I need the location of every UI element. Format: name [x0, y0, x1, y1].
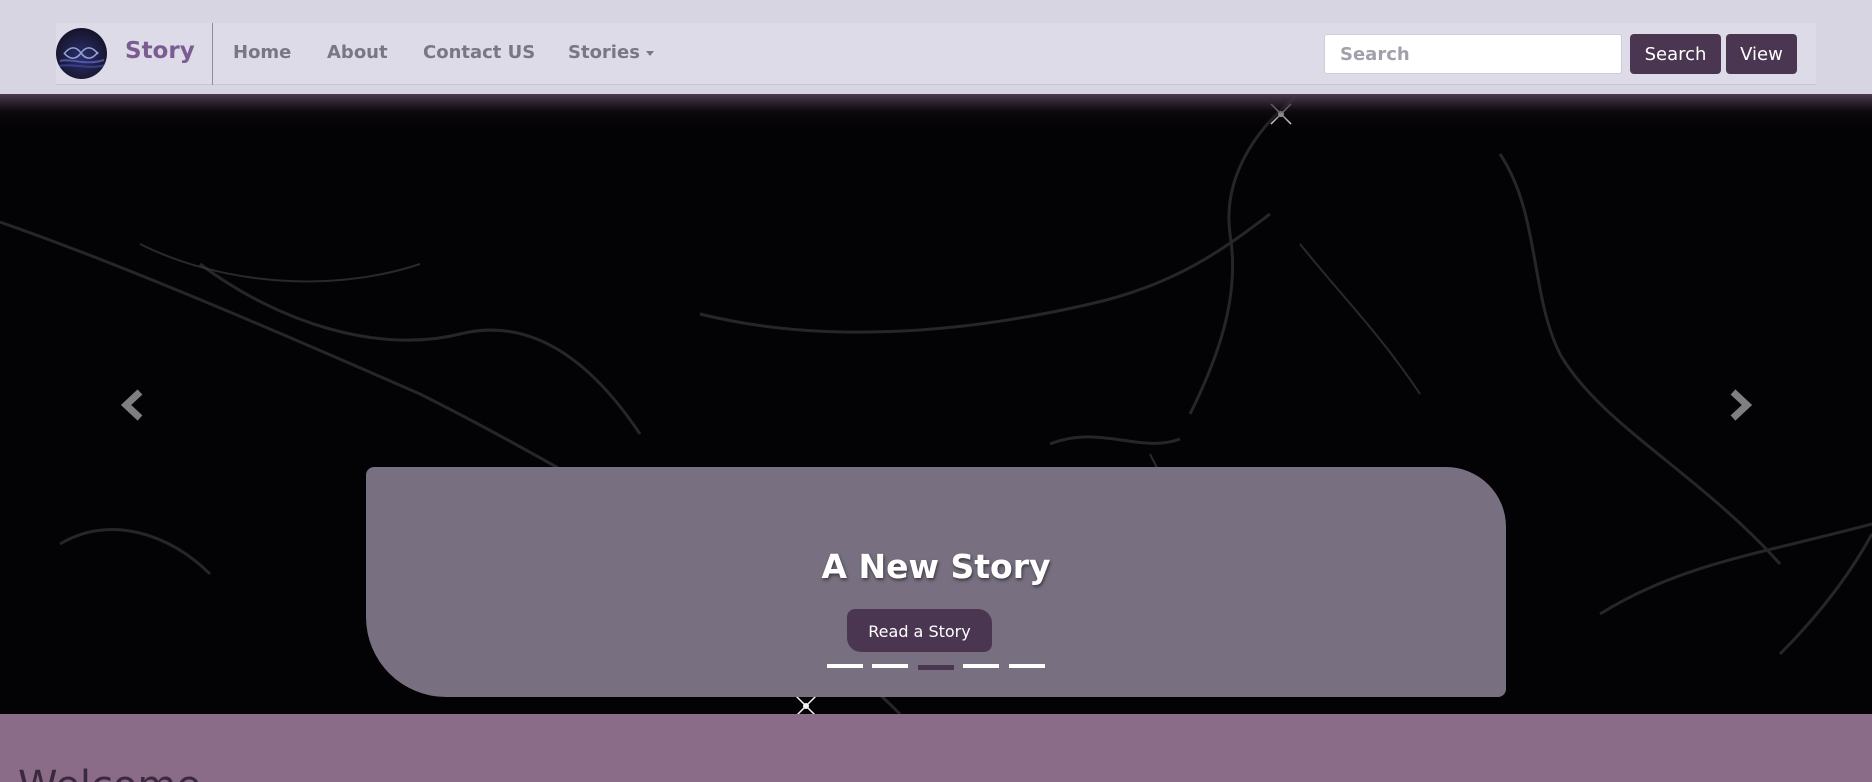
search-button[interactable]: Search	[1630, 34, 1721, 74]
carousel-indicator-1[interactable]	[827, 664, 863, 668]
nav-link-about[interactable]: About	[327, 44, 388, 62]
navbar-container: Story Home About Contact US Stories Sear…	[0, 0, 1872, 94]
hero-carousel: A New Story Read a Story	[0, 94, 1872, 714]
caption-title: A New Story	[821, 547, 1051, 586]
read-story-button[interactable]: Read a Story	[847, 609, 992, 652]
brand-divider	[212, 23, 213, 85]
carousel-indicator-4[interactable]	[963, 664, 999, 668]
carousel-indicator-2[interactable]	[872, 664, 908, 668]
view-button[interactable]: View	[1726, 34, 1797, 74]
chevron-left-icon[interactable]	[116, 388, 150, 422]
search-input[interactable]	[1324, 34, 1622, 74]
carousel-indicator-5[interactable]	[1009, 664, 1045, 668]
welcome-heading: Welcome	[18, 766, 201, 782]
nav-dropdown-stories[interactable]: Stories	[568, 44, 654, 62]
welcome-section: Welcome	[0, 714, 1872, 782]
navbar: Story Home About Contact US Stories Sear…	[56, 23, 1816, 85]
nav-link-contact[interactable]: Contact US	[423, 44, 535, 62]
logo-icon[interactable]	[56, 28, 107, 79]
nav-link-home[interactable]: Home	[233, 44, 291, 62]
brand-name[interactable]: Story	[125, 40, 195, 63]
carousel-indicator-3[interactable]	[918, 665, 954, 670]
nav-dropdown-label: Stories	[568, 42, 640, 63]
caret-down-icon	[645, 50, 654, 56]
carousel-caption: A New Story Read a Story	[366, 467, 1506, 697]
chevron-right-icon[interactable]	[1723, 388, 1757, 422]
hero-top-fade	[0, 94, 1872, 128]
